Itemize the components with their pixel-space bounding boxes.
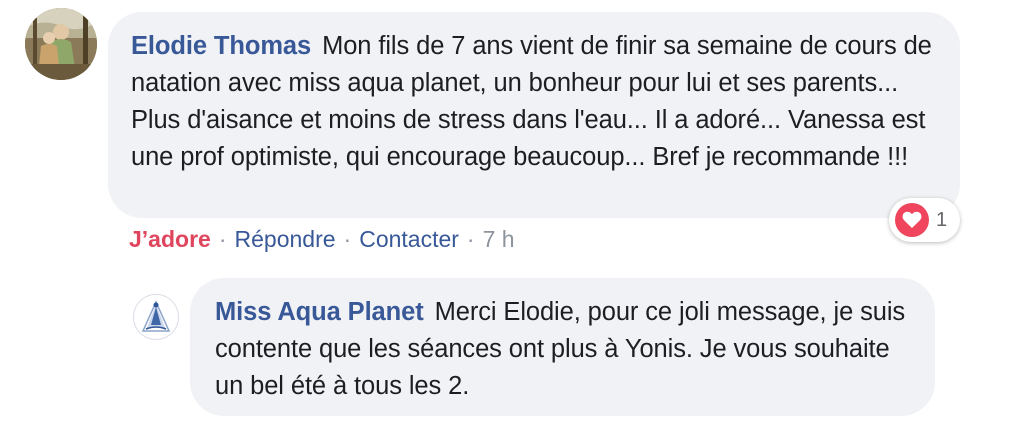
separator: ·: [218, 226, 227, 252]
commenter-avatar[interactable]: [25, 8, 97, 80]
reaction-summary[interactable]: 1: [889, 198, 960, 242]
contact-link[interactable]: Contacter: [359, 226, 459, 252]
comment-actions: J’adore · Répondre · Contacter · 7 h: [129, 224, 515, 254]
separator: ·: [343, 226, 352, 252]
avatar-photo: [25, 8, 97, 80]
heart-icon: [895, 203, 929, 237]
reply-avatar[interactable]: [133, 294, 179, 340]
reply-bubble: Miss Aqua Planet Merci Elodie, pour ce j…: [190, 278, 935, 416]
timestamp-link[interactable]: 7 h: [483, 226, 515, 252]
comment-bubble: Elodie Thomas Mon fils de 7 ans vient de…: [108, 12, 960, 218]
miss-aqua-planet-logo-icon: [134, 295, 178, 339]
reply-link[interactable]: Répondre: [235, 226, 336, 252]
reply-author-link[interactable]: Miss Aqua Planet: [215, 298, 424, 326]
reaction-count: 1: [936, 209, 948, 231]
separator: ·: [466, 226, 475, 252]
comment-author-link[interactable]: Elodie Thomas: [131, 32, 311, 60]
love-reaction-link[interactable]: J’adore: [129, 226, 211, 252]
